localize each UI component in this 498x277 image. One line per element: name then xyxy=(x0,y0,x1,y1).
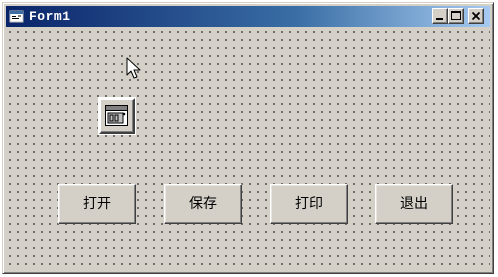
close-button[interactable] xyxy=(468,8,484,24)
title-bar[interactable]: Form1 xyxy=(6,6,490,27)
timer-icon xyxy=(105,105,128,126)
minimize-icon xyxy=(436,18,443,20)
open-button[interactable]: 打开 xyxy=(58,184,136,224)
form-icon[interactable] xyxy=(9,9,25,23)
timer-control[interactable] xyxy=(99,98,135,134)
form-window[interactable]: Form1 打开 保存 打印 退出 xyxy=(2,2,494,274)
minimize-button[interactable] xyxy=(432,8,448,24)
save-button[interactable]: 保存 xyxy=(164,184,242,224)
arrow-cursor-icon xyxy=(126,57,144,81)
window-title: Form1 xyxy=(29,9,71,24)
print-button[interactable]: 打印 xyxy=(270,184,348,224)
exit-button[interactable]: 退出 xyxy=(375,184,453,224)
maximize-button[interactable] xyxy=(448,8,464,24)
form-design-surface[interactable]: 打开 保存 打印 退出 xyxy=(6,27,490,270)
maximize-icon xyxy=(451,11,461,20)
close-icon xyxy=(471,11,481,21)
